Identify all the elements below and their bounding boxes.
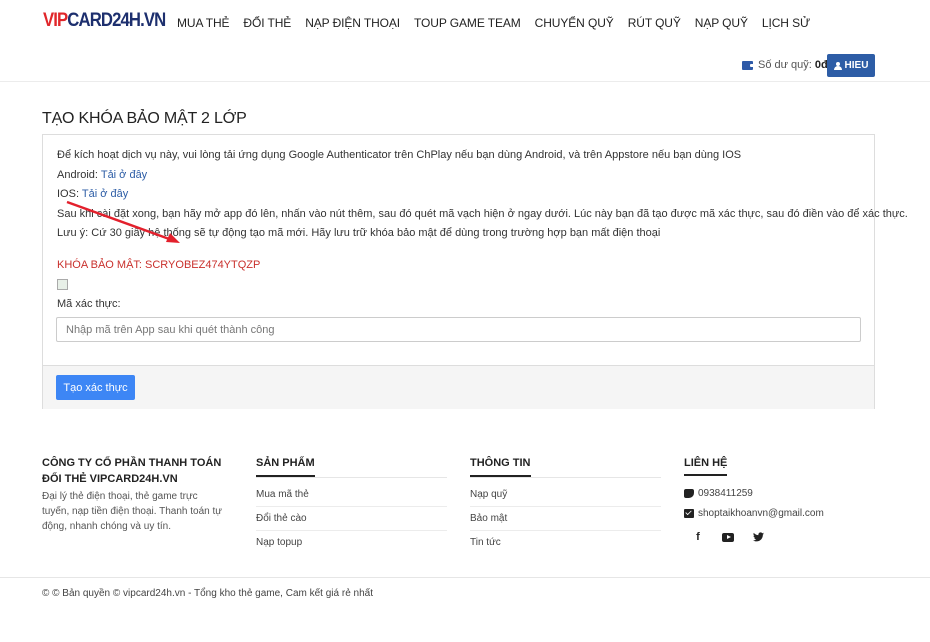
footer-company-description: Đại lý thẻ điện thoại, thẻ game trực tuy… xyxy=(42,491,222,532)
footer-email[interactable]: shoptaikhoanvn@gmail.com xyxy=(684,503,874,523)
ios-row: IOS: Tải ở đây xyxy=(57,188,862,208)
footer-link-tin-tuc[interactable]: Tin tức xyxy=(470,531,661,555)
footer-contact-title: LIÊN HỆ xyxy=(684,457,728,476)
verification-code-input[interactable] xyxy=(56,317,861,342)
footer-email-address: shoptaikhoanvn@gmail.com xyxy=(698,507,824,519)
footer-info-list: Nạp quỹ Bảo mật Tin tức xyxy=(470,483,661,555)
youtube-icon-wrap[interactable] xyxy=(722,531,734,543)
footer-products-heading: SẢN PHẨM xyxy=(256,455,447,478)
wallet-icon xyxy=(742,60,754,70)
code-label: Mã xác thực: xyxy=(57,298,121,310)
footer-products-title: SẢN PHẨM xyxy=(256,457,315,477)
user-icon xyxy=(833,61,842,70)
android-label: Android: xyxy=(57,168,98,181)
secret-key: KHÓA BẢO MẬT: SCRYOBEZ474YTQZP xyxy=(57,259,261,271)
social-links: f xyxy=(692,531,874,543)
facebook-icon[interactable]: f xyxy=(692,531,704,543)
twitter-icon[interactable] xyxy=(752,531,764,543)
nav-nap-quy[interactable]: NẠP QUỸ xyxy=(695,16,748,30)
footer-contact-heading: LIÊN HỆ xyxy=(684,455,874,476)
footer-link-nap-quy[interactable]: Nạp quỹ xyxy=(470,483,661,507)
main-nav: MUA THẺ ĐỔI THẺ NẠP ĐIỆN THOẠI TOUP GAME… xyxy=(170,16,817,30)
instructions-text: Sau khi cài đặt xong, bạn hãy mở app đó … xyxy=(57,207,908,220)
youtube-icon xyxy=(722,532,734,542)
footer-info-heading: THÔNG TIN xyxy=(470,455,661,478)
footer-phone-number: 0938411259 xyxy=(698,487,753,499)
footer-link-nap-topup[interactable]: Nạp topup xyxy=(256,531,447,555)
phone-icon xyxy=(684,488,694,498)
footer-info-title: THÔNG TIN xyxy=(470,457,531,477)
qr-code-image xyxy=(57,279,68,290)
nav-lich-su[interactable]: LỊCH SỬ xyxy=(762,16,810,30)
nav-toup-game-team[interactable]: TOUP GAME TEAM xyxy=(414,16,521,30)
panel-body: Để kích hoạt dịch vụ này, vui lòng tải ứ… xyxy=(57,149,908,247)
android-row: Android: Tải ở đây xyxy=(57,169,862,189)
account-bar: Số dư quỹ: 0đ xyxy=(0,46,930,82)
footer-products-list: Mua mã thẻ Đổi thẻ cào Nạp topup xyxy=(256,483,447,555)
nav-mua-the[interactable]: MUA THẺ xyxy=(177,16,230,30)
nav-doi-the[interactable]: ĐỔI THẺ xyxy=(243,16,291,30)
footer-phone[interactable]: 0938411259 xyxy=(684,483,874,503)
user-account-button[interactable]: HIEU xyxy=(827,54,875,77)
footer-products-column: SẢN PHẨM Mua mã thẻ Đổi thẻ cào Nạp topu… xyxy=(256,455,447,555)
footer-link-bao-mat[interactable]: Bảo mật xyxy=(470,507,661,531)
copyright-text: © © Bản quyền © vipcard24h.vn - Tổng kho… xyxy=(42,588,373,599)
create-verification-button[interactable]: Tạo xác thực xyxy=(56,375,135,400)
footer-link-doi-the-cao[interactable]: Đổi thẻ cào xyxy=(256,507,447,531)
footer-contact-column: LIÊN HỆ 0938411259 shoptaikhoanvn@gmail.… xyxy=(684,455,874,543)
logo-text-vip: VIP xyxy=(43,10,68,31)
balance-value: 0đ xyxy=(814,59,828,71)
logo-text-card: CARD24H.VN xyxy=(67,10,166,31)
user-button-label: HIEU xyxy=(844,60,869,71)
twitter-bird-icon xyxy=(752,532,764,542)
android-download-link[interactable]: Tải ở đây xyxy=(101,169,147,181)
balance-display: Số dư quỹ: 0đ xyxy=(742,59,828,71)
footer-company-column: CÔNG TY CỔ PHẦN THANH TOÁN ĐỔI THẺ VIPCA… xyxy=(42,455,222,534)
ios-label: IOS: xyxy=(57,188,80,200)
ios-download-link[interactable]: Tải ở đây xyxy=(82,188,128,200)
envelope-icon xyxy=(684,508,694,518)
footer-link-mua-ma-the[interactable]: Mua mã thẻ xyxy=(256,483,447,507)
footer-info-column: THÔNG TIN Nạp quỹ Bảo mật Tin tức xyxy=(470,455,661,555)
balance-label: Số dư quỹ: xyxy=(758,59,812,71)
site-logo[interactable]: VIPCARD24H.VN xyxy=(43,10,166,32)
top-navbar: VIPCARD24H.VN MUA THẺ ĐỔI THẺ NẠP ĐIỆN T… xyxy=(0,0,930,46)
two-factor-panel: Để kích hoạt dịch vụ này, vui lòng tải ứ… xyxy=(42,134,908,409)
page-title: TẠO KHÓA BẢO MẬT 2 LỚP xyxy=(42,110,247,127)
panel-footer: Tạo xác thực xyxy=(43,365,874,409)
footer-company-name: CÔNG TY CỔ PHẦN THANH TOÁN ĐỔI THẺ VIPCA… xyxy=(42,457,222,485)
footer-divider xyxy=(0,577,930,578)
nav-rut-quy[interactable]: RÚT QUỸ xyxy=(628,16,681,30)
note-text: Lưu ý: Cứ 30 giây hệ thống sẽ tự động tạ… xyxy=(57,227,661,239)
footer-contact-list: 0938411259 shoptaikhoanvn@gmail.com xyxy=(684,483,874,523)
intro-text: Để kích hoạt dịch vụ này, vui lòng tải ứ… xyxy=(57,149,742,161)
nav-chuyen-quy[interactable]: CHUYỂN QUỸ xyxy=(535,16,614,30)
nav-nap-dien-thoai[interactable]: NẠP ĐIỆN THOẠI xyxy=(305,16,400,30)
